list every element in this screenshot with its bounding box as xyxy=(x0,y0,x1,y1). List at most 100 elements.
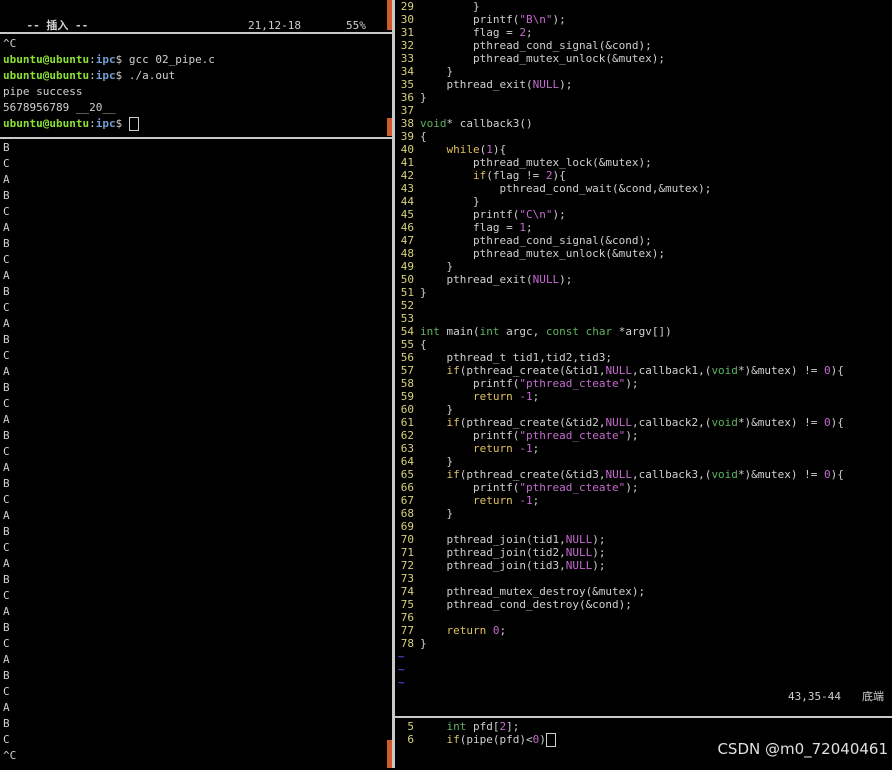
code-text: return -1; xyxy=(472,442,540,455)
line-number: 74 xyxy=(400,585,414,598)
code-line[interactable]: 51} xyxy=(396,286,892,299)
code-line[interactable]: 46 flag = 1; xyxy=(396,221,892,234)
code-line[interactable]: 31 flag = 2; xyxy=(396,26,892,39)
code-line[interactable]: 36} xyxy=(396,91,892,104)
terminal-cursor[interactable] xyxy=(128,117,139,131)
code-line[interactable]: 41 pthread_mutex_lock(&mutex); xyxy=(396,156,892,169)
terminal-pane[interactable]: ^C ubuntu@ubuntu:ipc$ gcc 02_pipe.c ubuntu… xyxy=(0,34,392,139)
code-line[interactable]: 35 pthread_exit(NULL); xyxy=(396,78,892,91)
code-text: } xyxy=(420,0,480,13)
code-line[interactable]: 70 pthread_join(tid1,NULL); xyxy=(396,533,892,546)
terminal-line: pipe success xyxy=(3,85,83,98)
line-number: 40 xyxy=(400,143,414,156)
line-number: 42 xyxy=(400,169,414,182)
code-line[interactable]: 72 pthread_join(tid3,NULL); xyxy=(396,559,892,572)
output-line: C xyxy=(3,589,10,602)
line-number: 35 xyxy=(400,78,414,91)
output-line: B xyxy=(3,141,10,154)
output-line: A xyxy=(3,365,10,378)
code-line[interactable]: 67 return -1; xyxy=(396,494,892,507)
code-line[interactable]: 55 { xyxy=(396,338,892,351)
code-line[interactable]: 57 if(pthread_create(&tid1,NULL,callback… xyxy=(396,364,892,377)
code-line[interactable]: 34 } xyxy=(396,65,892,78)
line-number: 58 xyxy=(400,377,414,390)
code-text: if(pthread_create(&tid3,NULL,callback3,(… xyxy=(446,468,844,481)
code-line[interactable]: 74 pthread_mutex_destroy(&mutex); xyxy=(396,585,892,598)
code-text: printf("pthread_cteate"); xyxy=(420,481,639,494)
code-line[interactable]: 58 printf("pthread_cteate"); xyxy=(396,377,892,390)
code-line[interactable]: 30 printf("B\n"); xyxy=(396,13,892,26)
code-text: pthread_cond_wait(&cond,&mutex); xyxy=(420,182,712,195)
vertical-pane-divider[interactable] xyxy=(392,0,395,768)
line-number: 41 xyxy=(400,156,414,169)
output-line: B xyxy=(3,429,10,442)
line-number: 78 xyxy=(400,637,414,650)
code-line[interactable]: 50 pthread_exit(NULL); xyxy=(396,273,892,286)
code-line[interactable]: 38 void* callback3() xyxy=(396,117,892,130)
code-text: pthread_mutex_unlock(&mutex); xyxy=(420,52,666,65)
code-line[interactable]: 66 printf("pthread_cteate"); xyxy=(396,481,892,494)
code-line[interactable]: 78} xyxy=(396,637,892,650)
code-line[interactable]: 73 xyxy=(396,572,892,585)
terminal-line: ^C xyxy=(3,37,17,50)
code-line[interactable]: 76 xyxy=(396,611,892,624)
code-text: pthread_t tid1,tid2,tid3; xyxy=(420,351,613,364)
code-line[interactable]: 32 pthread_cond_signal(&cond); xyxy=(396,39,892,52)
code-line[interactable]: 75 pthread_cond_destroy(&cond); xyxy=(396,598,892,611)
program-output-pane[interactable]: B C A B C A B C A B C A B C A B C A B C A B C A B C A B C A B C A B C A B C ^C xyxy=(0,140,395,768)
code-line[interactable]: 37 xyxy=(396,104,892,117)
code-line[interactable]: 63 return -1; xyxy=(396,442,892,455)
pane-divider-middle[interactable] xyxy=(0,137,392,139)
line-number: 55 xyxy=(400,338,414,351)
code-line[interactable]: 52 xyxy=(396,299,892,312)
code-line[interactable]: 47 pthread_cond_signal(&cond); xyxy=(396,234,892,247)
code-line[interactable]: 68 } xyxy=(396,507,892,520)
code-line[interactable]: 60 } xyxy=(396,403,892,416)
output-line: A xyxy=(3,221,10,234)
code-text: while(1){ xyxy=(446,143,507,156)
line-number: 48 xyxy=(400,247,414,260)
output-line: C xyxy=(3,397,10,410)
editor-cursor[interactable] xyxy=(545,733,556,747)
code-line[interactable]: 53 xyxy=(396,312,892,325)
code-line[interactable]: 39 { xyxy=(396,130,892,143)
output-line: A xyxy=(3,605,10,618)
prompt-path: ipc xyxy=(95,117,116,130)
code-editor-pane[interactable]: 29 } 30 printf("B\n"); 31 flag = 2; 32 pthr… xyxy=(396,0,892,716)
output-line: C xyxy=(3,253,10,266)
code-line[interactable]: 33 pthread_mutex_unlock(&mutex); xyxy=(396,52,892,65)
code-line[interactable]: 48 pthread_mutex_unlock(&mutex); xyxy=(396,247,892,260)
code-line[interactable]: 71 pthread_join(tid2,NULL); xyxy=(396,546,892,559)
code-line[interactable]: 29 } xyxy=(396,0,892,13)
left-vim-pane[interactable]: -- 插入 -- 21,12-18 55% xyxy=(0,0,392,32)
code-line[interactable]: 77 return 0; xyxy=(396,624,892,637)
code-line[interactable]: 59 return -1; xyxy=(396,390,892,403)
code-line[interactable]: 5 int pfd[2]; xyxy=(396,720,892,733)
code-text: flag = 2; xyxy=(420,26,533,39)
code-line[interactable]: 64 } xyxy=(396,455,892,468)
code-line[interactable]: 54 int main(int argc, const char *argv[]) xyxy=(396,325,892,338)
code-text: pthread_cond_destroy(&cond); xyxy=(420,598,632,611)
output-line: C xyxy=(3,541,10,554)
code-line[interactable]: 45 printf("C\n"); xyxy=(396,208,892,221)
code-text: flag = 1; xyxy=(420,221,533,234)
output-line: A xyxy=(3,557,10,570)
code-line[interactable]: 42 if(flag != 2){ xyxy=(396,169,892,182)
line-number: 37 xyxy=(400,104,414,117)
code-line[interactable]: 49 } xyxy=(396,260,892,273)
line-number: 63 xyxy=(400,442,414,455)
code-line[interactable]: 69 xyxy=(396,520,892,533)
line-number: 44 xyxy=(400,195,414,208)
code-line[interactable]: 56 pthread_t tid1,tid2,tid3; xyxy=(396,351,892,364)
line-number: 61 xyxy=(400,416,414,429)
code-line[interactable]: 62 printf("pthread_cteate"); xyxy=(396,429,892,442)
code-line[interactable]: 40 while(1){ xyxy=(396,143,892,156)
code-text: if(pthread_create(&tid1,NULL,callback1,(… xyxy=(446,364,844,377)
code-line[interactable]: 44 } xyxy=(396,195,892,208)
line-number: 62 xyxy=(400,429,414,442)
line-number: 45 xyxy=(400,208,414,221)
code-line[interactable]: 43 pthread_cond_wait(&cond,&mutex); xyxy=(396,182,892,195)
line-number: 39 xyxy=(400,130,414,143)
code-line[interactable]: 65 if(pthread_create(&tid3,NULL,callback… xyxy=(396,468,892,481)
code-line[interactable]: 61 if(pthread_create(&tid2,NULL,callback… xyxy=(396,416,892,429)
